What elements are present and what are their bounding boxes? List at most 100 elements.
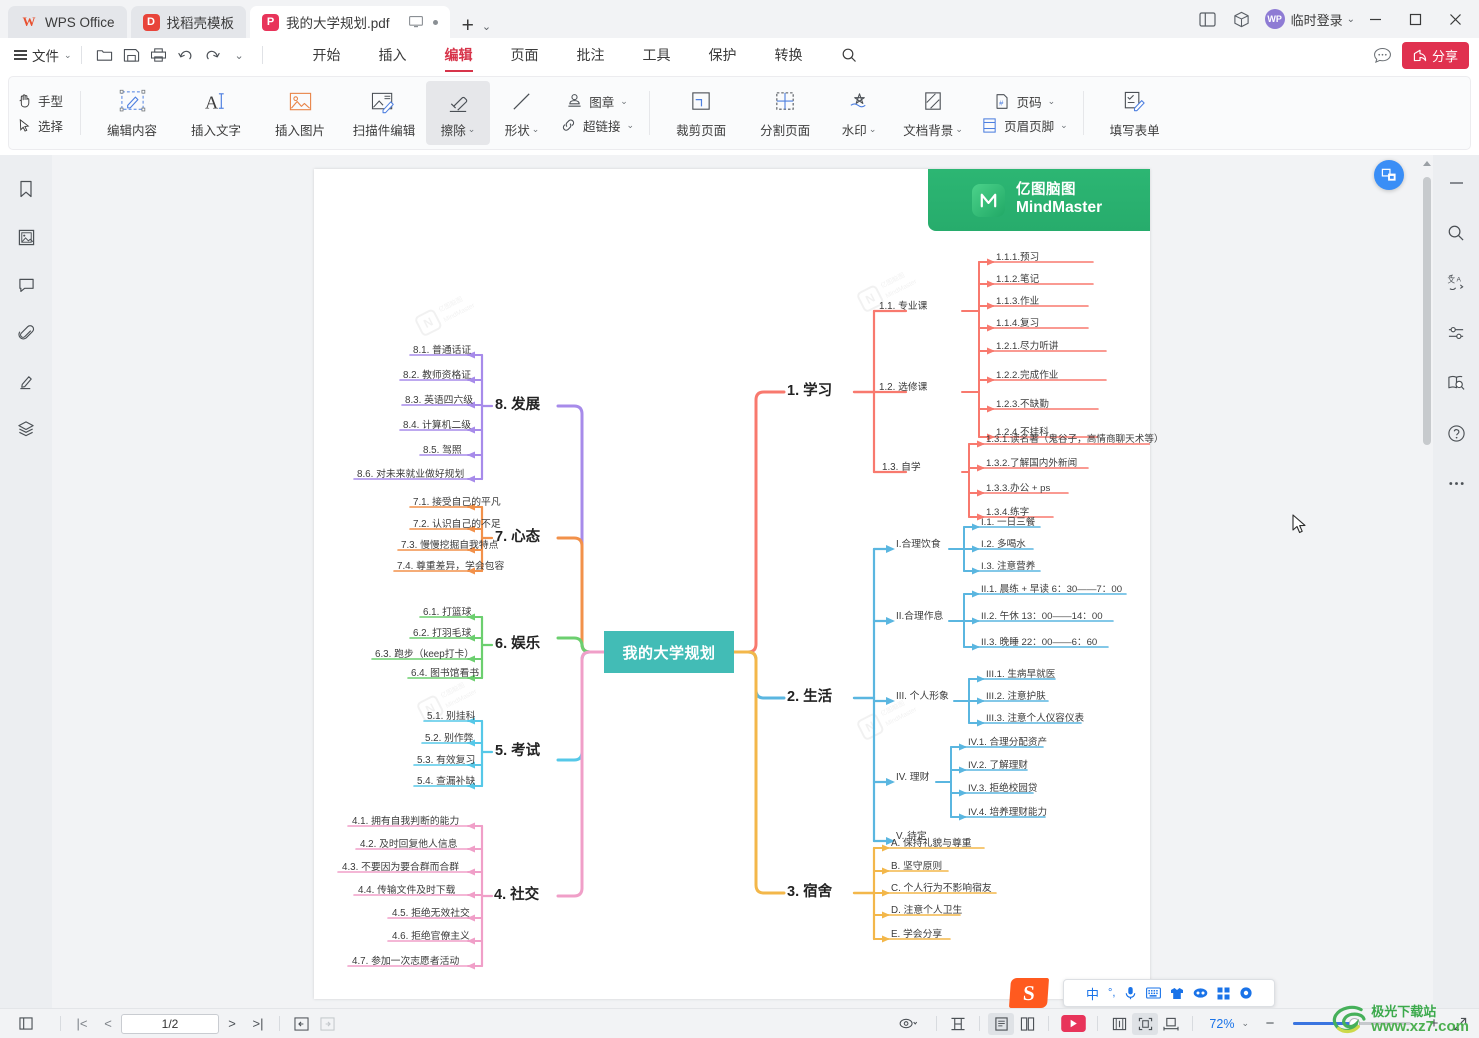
node-2-1-2[interactable]: I.2. 多喝水 (981, 540, 1026, 550)
new-tab-button[interactable]: + (462, 14, 474, 38)
node-6-3[interactable]: 6.3. 跑步（keep打卡） (375, 650, 474, 660)
node-4-6[interactable]: 4.6. 拒绝官僚主义 (392, 932, 470, 942)
branch-label-5[interactable]: 5. 考试 (495, 744, 540, 759)
menu-search-icon[interactable] (822, 38, 876, 72)
insert-image-button[interactable]: 插入图片 (258, 81, 342, 145)
node-7-4[interactable]: 7.4. 尊重差异，学会包容 (397, 562, 504, 572)
scan-edit-button[interactable]: 扫描件编辑 (342, 81, 426, 145)
node-1-2-3[interactable]: 1.2.3.不缺勤 (996, 400, 1049, 410)
node-4-3[interactable]: 4.3. 不要因为要合群而合群 (342, 863, 459, 873)
signature-icon[interactable] (11, 367, 41, 395)
print-icon[interactable] (145, 42, 172, 68)
fit-page-icon[interactable] (1132, 1012, 1159, 1035)
bookmark-icon[interactable] (11, 175, 41, 203)
eye-icon[interactable] (888, 1013, 928, 1035)
chevron-down-icon[interactable]: ⌄ (955, 124, 963, 135)
chevron-down-icon[interactable]: ⌄ (1060, 120, 1068, 131)
undo-icon[interactable] (172, 42, 199, 68)
node-2-4-1[interactable]: IV.1. 合理分配资产 (968, 738, 1047, 748)
chevron-down-icon[interactable]: ⌄ (627, 120, 635, 131)
more-icon[interactable] (1441, 469, 1471, 497)
search-icon[interactable] (1441, 219, 1471, 247)
node-4-7[interactable]: 4.7. 参加一次志愿者活动 (352, 957, 459, 967)
node-8-2[interactable]: 8.2. 教师资格证 (403, 371, 471, 381)
node-3-d[interactable]: D. 注意个人卫生 (891, 906, 962, 916)
last-page-button[interactable]: >| (245, 1013, 271, 1035)
node-6-4[interactable]: 6.4. 图书馆看书 (411, 669, 479, 679)
document-viewport[interactable]: 亿图脑图 MindMaster N 亿图脑图 MindMaster N 亿图脑图 M… (52, 155, 1433, 1008)
node-7-1[interactable]: 7.1. 接受自己的平凡 (413, 498, 501, 508)
select-tool-button[interactable]: 选择 (17, 116, 63, 135)
tab-wps-office[interactable]: W WPS Office (8, 6, 127, 38)
branch-label-1[interactable]: 1. 学习 (787, 384, 832, 399)
node-2-4-3[interactable]: IV.3. 拒绝校园贷 (968, 784, 1037, 794)
node-8-3[interactable]: 8.3. 英语四六级 (405, 396, 473, 406)
play-button[interactable] (1057, 1013, 1089, 1035)
monitor-icon[interactable] (408, 16, 423, 28)
skin-icon[interactable] (1170, 987, 1184, 1000)
node-2-2[interactable]: II.合理作息 (896, 612, 943, 622)
node-2-1-1[interactable]: I.1. 一日三餐 (981, 518, 1035, 528)
attachment-icon[interactable] (11, 319, 41, 347)
chevron-down-icon[interactable]: ⌄ (1048, 96, 1056, 107)
scroll-up-arrow-icon[interactable] (1423, 161, 1431, 166)
tab-pdf-document[interactable]: P 我的大学规划.pdf (250, 6, 450, 38)
next-page-button[interactable]: > (219, 1013, 245, 1035)
menu-page[interactable]: 页面 (492, 38, 558, 72)
tab-list-caret-icon[interactable]: ⌄ (482, 20, 491, 33)
node-2-4-4[interactable]: IV.4. 培养理财能力 (968, 808, 1047, 818)
keyboard-icon[interactable] (1146, 987, 1162, 999)
thumbnail-icon[interactable] (11, 223, 41, 251)
zoom-caret-icon[interactable]: ⌄ (1241, 1018, 1249, 1029)
new-folder-icon[interactable] (91, 42, 118, 68)
emoji-icon[interactable] (1193, 987, 1208, 999)
insert-text-button[interactable]: A 插入文字 (174, 81, 258, 145)
edit-content-button[interactable]: 编辑内容 (90, 81, 174, 145)
chevron-down-icon[interactable]: ⌄ (532, 124, 540, 135)
node-8-1[interactable]: 8.1. 普通话证 (413, 346, 471, 356)
node-2-1[interactable]: I.合理饮食 (896, 540, 941, 550)
menu-protect[interactable]: 保护 (690, 38, 756, 72)
ime-mode-label[interactable]: 中 (1086, 984, 1099, 1003)
node-1-1-2[interactable]: 1.1.2.笔记 (996, 275, 1039, 285)
help-icon[interactable] (1441, 419, 1471, 447)
branch-label-2[interactable]: 2. 生活 (787, 690, 832, 705)
node-1-3-2[interactable]: 1.3.2.了解国内外新闻 (986, 459, 1077, 469)
shape-button[interactable]: 形状 ⌄ (490, 81, 554, 145)
cube-icon[interactable] (1225, 2, 1259, 36)
share-button[interactable]: 分享 (1401, 41, 1469, 69)
save-icon[interactable] (118, 42, 145, 68)
account-label[interactable]: 临时登录 (1291, 10, 1343, 29)
fit-height-icon[interactable] (945, 1013, 971, 1035)
branch-label-7[interactable]: 7. 心态 (495, 530, 540, 545)
zoom-level-label[interactable]: 72% (1209, 1017, 1234, 1031)
node-1-3-1[interactable]: 1.3.1.读名著（鬼谷子，高情商聊天术等） (986, 435, 1164, 445)
menu-comment[interactable]: 批注 (558, 38, 624, 72)
microphone-icon[interactable] (1124, 986, 1137, 1000)
node-2-3-1[interactable]: III.1. 生病早就医 (986, 670, 1055, 680)
first-page-button[interactable]: |< (69, 1013, 95, 1035)
page-search-icon[interactable] (1441, 369, 1471, 397)
page-number-button[interactable]: # 页码 ⌄ (994, 92, 1056, 111)
branch-label-6[interactable]: 6. 娱乐 (495, 637, 540, 652)
node-5-2[interactable]: 5.2. 别作弊 (425, 734, 473, 744)
hyperlink-button[interactable]: 超链接 ⌄ (560, 116, 634, 135)
node-6-2[interactable]: 6.2. 打羽毛球 (413, 629, 471, 639)
reading-mode-icon[interactable] (1106, 1013, 1132, 1035)
chevron-down-icon[interactable]: ⌄ (468, 124, 476, 135)
prev-page-button[interactable]: < (95, 1013, 121, 1035)
stamp-button[interactable]: 图章 ⌄ (566, 92, 628, 111)
menu-convert[interactable]: 转换 (756, 38, 822, 72)
node-4-5[interactable]: 4.5. 拒绝无效社交 (392, 909, 470, 919)
apps-icon[interactable] (1217, 987, 1230, 1000)
node-2-2-2[interactable]: II.2. 午休 13：00——14：00 (981, 612, 1103, 622)
sidebar-toggle-icon[interactable] (1191, 2, 1225, 36)
translate-icon[interactable]: 文A (1441, 269, 1471, 297)
eraser-button[interactable]: 擦除 ⌄ (426, 81, 491, 145)
node-3-e[interactable]: E. 学会分享 (891, 930, 942, 940)
comment-icon[interactable] (11, 271, 41, 299)
node-1-2[interactable]: 1.2. 选修课 (879, 383, 927, 393)
nav-back-button[interactable] (288, 1013, 314, 1035)
window-minimize-button[interactable] (1355, 2, 1395, 36)
window-close-button[interactable] (1435, 2, 1475, 36)
